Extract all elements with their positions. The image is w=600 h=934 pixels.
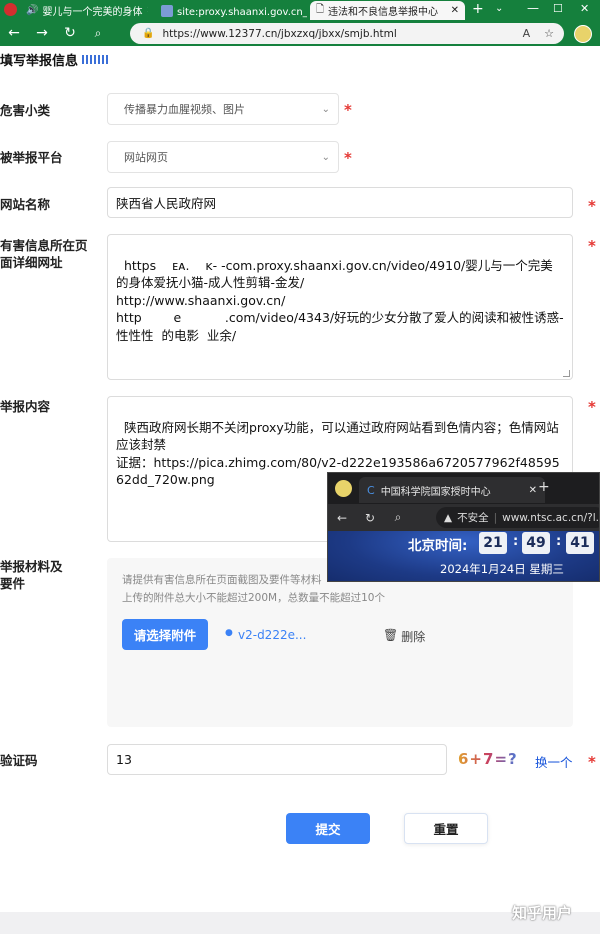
tab-title: 婴儿与一个完美的身体 (42, 7, 143, 18)
resize-handle[interactable] (563, 370, 570, 377)
time-window-address-bar[interactable]: ▲ 不安全 | www.ntsc.ac.cn/?l... (436, 507, 600, 528)
trash-icon: 🗑 (383, 628, 399, 642)
tab-title: 中国科学院国家授时中心 (380, 486, 491, 498)
chevron-down-icon: ⌄ (321, 151, 330, 163)
browser-tab-1[interactable]: 🔊 婴儿与一个完美的身体 ✕ (20, 1, 148, 20)
time-window-tab[interactable]: C 中国科学院国家授时中心 ✕ (359, 477, 545, 503)
search-icon[interactable]: ⌕ (84, 26, 112, 41)
chevron-down-icon[interactable]: ⌄ (495, 3, 503, 14)
url-text: https://www.12377.cn/jbxzxq/jbxx/smjb.ht… (162, 27, 397, 40)
divider: | (493, 511, 498, 524)
required-mark: * (588, 237, 596, 255)
clock-seconds: 41 (566, 532, 594, 554)
upload-limit-hint: 上传的附件总大小不能超过200M，总数量不能超过10个 (122, 592, 385, 604)
delete-label: 删除 (401, 630, 426, 644)
warning-icon: ▲ (444, 511, 453, 524)
close-window-icon[interactable]: ✕ (580, 2, 589, 15)
beijing-time-label: 北京时间: (408, 538, 468, 554)
section-title-text: 填写举报信息 (0, 54, 79, 69)
refresh-captcha-link[interactable]: 换一个 (535, 752, 573, 771)
time-window: C 中国科学院国家授时中心 ✕ + ← ↻ ⌕ ▲ 不安全 | www.ntsc… (327, 472, 600, 582)
new-tab-icon[interactable]: + (472, 1, 484, 17)
content-label: 举报内容 (0, 399, 51, 414)
submit-button[interactable]: 提交 (286, 813, 370, 844)
browser-tab-3[interactable]: 🗋 违法和不良信息举报中心 ✕ (310, 1, 465, 20)
decorative-bars (82, 55, 111, 64)
bullet-icon: ● (225, 628, 233, 638)
platform-label: 被举报平台 (0, 150, 63, 165)
required-mark: * (344, 149, 352, 167)
maximize-icon[interactable]: ☐ (553, 2, 563, 15)
clock-colon: : (513, 534, 519, 549)
site-name-input[interactable]: 陕西省人民政府网 (107, 187, 573, 218)
speaker-icon: 🔊 (26, 5, 39, 16)
minimize-icon[interactable]: — (527, 1, 539, 15)
back-icon[interactable]: ← (0, 25, 28, 41)
platform-select[interactable]: 网站网页 ⌄ (107, 141, 339, 173)
address-bar[interactable]: 🔒 https://www.12377.cn/jbxzxq/jbxx/smjb.… (130, 23, 564, 44)
browser-tab-bar: 🔊 婴儿与一个完美的身体 ✕ site:proxy.shaanxi.gov.cn… (0, 0, 600, 20)
choose-file-button[interactable]: 请选择附件 (122, 619, 208, 650)
document-icon: 🗋 (316, 4, 325, 15)
lock-icon: 🔒 (142, 28, 155, 39)
captcha-input[interactable]: 13 (107, 744, 447, 775)
harm-type-value: 传播暴力血腥视频、图片 (124, 103, 245, 116)
upload-area: 请提供有害信息所在页面截图及要件等材料 上传的附件总大小不能超过200M，总数量… (107, 558, 573, 727)
site-emblem-icon (4, 3, 17, 16)
site-name-label: 网站名称 (0, 197, 51, 212)
clock-hours: 21 (479, 532, 507, 554)
harm-type-select[interactable]: 传播暴力血腥视频、图片 ⌄ (107, 93, 339, 125)
tab-close-icon[interactable]: ✕ (451, 5, 459, 16)
detail-url-label: 有害信息所在页面详细网址 (0, 238, 88, 270)
detail-url-text: https ᴇᴀ. ᴋ- -com.proxy.shaanxi.gov.cn/v… (116, 257, 564, 343)
star-icon[interactable]: ☆ (544, 27, 554, 40)
time-window-tab-bar: C 中国科学院国家授时中心 ✕ + (328, 473, 599, 504)
browser-tab-2[interactable]: site:proxy.shaanxi.gov.cn_百 ✕ (155, 1, 307, 20)
tab-title: site:proxy.shaanxi.gov.cn_百 (177, 7, 307, 18)
tab-close-icon[interactable]: ✕ (146, 5, 148, 16)
footer-strip (0, 912, 600, 934)
detail-url-textarea[interactable]: https ᴇᴀ. ᴋ- -com.proxy.shaanxi.gov.cn/v… (107, 234, 573, 380)
page-icon (161, 4, 173, 17)
required-mark: * (588, 197, 596, 215)
clock-date: 2024年1月24日 星期三 (440, 562, 564, 576)
new-tab-icon[interactable]: + (538, 479, 550, 495)
required-mark: * (344, 101, 352, 119)
read-aloud-icon[interactable]: A (523, 27, 531, 40)
harm-type-label: 危害小类 (0, 103, 51, 118)
security-label: 不安全 (457, 512, 489, 524)
attached-file-link[interactable]: v2-d222e... (238, 628, 306, 642)
avatar[interactable] (574, 25, 592, 43)
refresh-icon[interactable]: ↻ (56, 25, 84, 41)
required-mark: * (588, 753, 596, 771)
chevron-down-icon: ⌄ (321, 103, 330, 115)
upload-hint: 请提供有害信息所在页面截图及要件等材料 (122, 574, 322, 586)
required-mark: * (588, 398, 596, 416)
avatar[interactable] (335, 480, 352, 497)
page-title: 填写举报信息 (0, 50, 111, 69)
tab-title: 违法和不良信息举报中心 (328, 7, 439, 18)
reset-button[interactable]: 重置 (404, 813, 488, 844)
attachments-label: 举报材料及要件 (0, 559, 63, 591)
tab-close-icon[interactable]: ✕ (529, 485, 537, 496)
captcha-image-text: 6+7=? (458, 750, 518, 768)
clock-minutes: 49 (522, 532, 550, 554)
clock-panel: 北京时间: 21 : 49 : 41 2024年1月24日 星期三 (328, 531, 599, 581)
url-text: www.ntsc.ac.cn/?l... (502, 511, 600, 524)
captcha-label: 验证码 (0, 753, 38, 768)
captcha-image[interactable]: 6+7=? (458, 750, 518, 768)
ntsc-logo-icon: C (367, 483, 375, 497)
clock-colon: : (556, 534, 562, 549)
search-icon[interactable]: ⌕ (384, 510, 412, 525)
forward-icon[interactable]: → (28, 25, 56, 41)
delete-file-button[interactable]: 🗑 删除 (383, 628, 425, 645)
watermark: 知乎用户 (512, 904, 573, 922)
platform-value: 网站网页 (124, 151, 168, 164)
time-window-toolbar: ← ↻ ⌕ ▲ 不安全 | www.ntsc.ac.cn/?l... (328, 504, 600, 531)
refresh-icon[interactable]: ↻ (356, 511, 384, 525)
back-icon[interactable]: ← (328, 511, 356, 525)
